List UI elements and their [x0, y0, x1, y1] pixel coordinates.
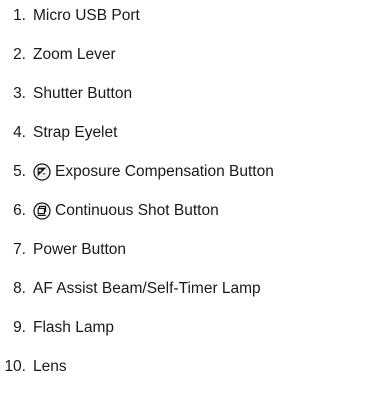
item-label: Strap Eyelet	[33, 124, 118, 141]
item-number: 4.	[13, 124, 26, 141]
item-label: Micro USB Port	[33, 7, 140, 24]
item-number: 1.	[13, 7, 26, 24]
item-number: 2.	[13, 46, 26, 63]
item-label: AF Assist Beam/Self-Timer Lamp	[33, 280, 261, 297]
list-item-strap-eyelet: 4. Strap Eyelet	[0, 121, 117, 145]
camera-parts-list: 1. Micro USB Port 2. Zoom Lever 3. Shutt…	[0, 0, 389, 393]
item-number: 3.	[13, 85, 26, 102]
exposure-compensation-icon	[33, 163, 51, 181]
continuous-shot-icon	[33, 202, 51, 220]
item-number: 7.	[13, 241, 26, 258]
list-item-af-assist-beam-self-timer-lamp: 8. AF Assist Beam/Self-Timer Lamp	[0, 277, 261, 301]
item-number: 10.	[4, 358, 26, 375]
list-item-exposure-compensation-button: 5. Exposure Compensation Button	[0, 160, 274, 184]
list-item-power-button: 7. Power Button	[0, 238, 126, 262]
item-label: Continuous Shot Button	[55, 202, 219, 219]
item-label: Power Button	[33, 241, 127, 258]
list-item-shutter-button: 3. Shutter Button	[0, 82, 132, 106]
item-number: 8.	[13, 280, 26, 297]
item-label: Zoom Lever	[33, 46, 116, 63]
item-number: 9.	[13, 319, 26, 336]
list-item-lens: 10. Lens	[0, 355, 67, 379]
item-label: Exposure Compensation Button	[55, 163, 274, 180]
item-number: 6.	[13, 202, 26, 219]
list-item-continuous-shot-button: 6. Continuous Shot Button	[0, 199, 219, 223]
item-number: 5.	[13, 163, 26, 180]
item-label: Lens	[33, 358, 67, 375]
list-item-flash-lamp: 9. Flash Lamp	[0, 316, 114, 340]
list-item-zoom-lever: 2. Zoom Lever	[0, 43, 116, 67]
item-label: Shutter Button	[33, 85, 133, 102]
list-item-micro-usb-port: 1. Micro USB Port	[0, 4, 140, 28]
item-label: Flash Lamp	[33, 319, 114, 336]
